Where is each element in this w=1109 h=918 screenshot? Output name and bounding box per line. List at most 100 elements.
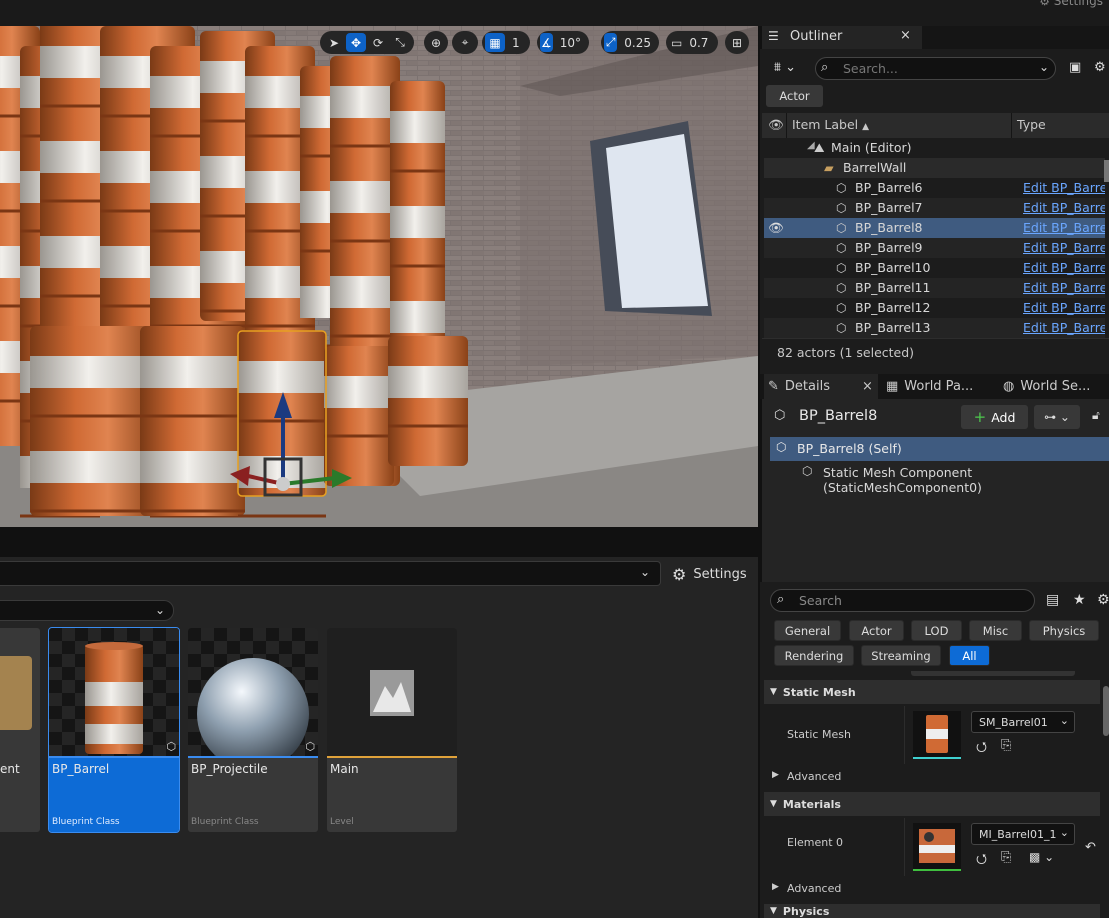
camera-speed-value[interactable]: 0.7	[684, 36, 713, 50]
scale-snap-icon[interactable]: ⤢	[604, 33, 618, 52]
col-item-label[interactable]: Item Label ▲	[792, 117, 869, 132]
filter-rendering[interactable]: Rendering	[774, 645, 854, 666]
select-icon[interactable]: ➤	[324, 33, 344, 52]
outliner-row[interactable]: ⬡ BP_Barrel11 Edit BP_Barrel	[764, 278, 1105, 298]
level-viewport[interactable]: ➤ ✥ ⟳ ⤡ ⊕ ⌖ ▦ 1 ∡ 10° ⤢ 0.25 ▭ 0.7 ⊞	[0, 26, 758, 527]
blueprint-options-button[interactable]: ⊶ ⌄	[1034, 405, 1080, 429]
content-settings-button[interactable]: ⚙ Settings	[672, 563, 747, 585]
tab-outliner[interactable]: ☰ Outliner ×	[764, 26, 922, 49]
component-row-mesh[interactable]: ⬡ Static Mesh Component (StaticMeshCompo…	[770, 461, 1109, 495]
asset-thumbnail	[327, 628, 457, 756]
tree-row-folder[interactable]: ▰ BarrelWall	[764, 158, 1105, 178]
add-component-button[interactable]: + Add	[961, 405, 1028, 429]
filter-lod[interactable]: LOD	[911, 620, 962, 641]
gear-icon[interactable]: ⚙	[1094, 60, 1106, 75]
row-type-link[interactable]: Edit BP_Barrel	[1023, 200, 1105, 215]
scale-icon[interactable]: ⤡	[390, 33, 410, 52]
section-physics[interactable]: ▼ Physics	[764, 904, 1100, 918]
asset-tile-main[interactable]: Main Level	[327, 628, 457, 832]
row-type-link[interactable]: Edit BP_Barrel	[1023, 300, 1105, 315]
filter-physics[interactable]: Physics	[1029, 620, 1099, 641]
world-local-button[interactable]: ⊕	[424, 31, 448, 54]
grid-snap-value[interactable]: 1	[507, 36, 525, 50]
filter-icon[interactable]: ⩩ ⌄	[774, 60, 808, 78]
rotate-icon[interactable]: ⟳	[368, 33, 388, 52]
grid-icon[interactable]: ▦	[485, 33, 505, 52]
section-static-mesh[interactable]: ▼ Static Mesh	[764, 680, 1100, 704]
gear-icon[interactable]: ⚙	[1097, 592, 1109, 608]
material-thumbnail[interactable]	[913, 823, 961, 871]
mesh-thumbnail[interactable]	[913, 711, 961, 759]
chevron-down-icon: ⌄	[1059, 714, 1069, 727]
section-materials[interactable]: ▼ Materials	[764, 792, 1100, 816]
chevron-down-icon[interactable]: ⌄	[640, 565, 650, 579]
close-icon[interactable]: ×	[900, 28, 911, 43]
tab-details[interactable]: ✎ Details ×	[764, 374, 878, 399]
row-type-link[interactable]: Edit BP_Barrel	[1023, 180, 1105, 195]
content-path-bar[interactable]: ⌄	[0, 561, 661, 586]
outliner-search-input[interactable]: ⌕ Search... ⌄	[815, 57, 1056, 80]
table-view-icon[interactable]: ▤	[1046, 592, 1059, 608]
top-settings-button[interactable]: ⚙ Settings	[1039, 0, 1103, 8]
browse-icon[interactable]: ⎘	[1001, 738, 1011, 753]
outliner-row[interactable]: 👁 ⬡ BP_Barrel8 Edit BP_Barrel	[764, 218, 1105, 238]
close-icon[interactable]: ×	[862, 379, 873, 394]
filter-general[interactable]: General	[774, 620, 841, 641]
asset-tile-bp-barrel[interactable]: ⬡ BP_Barrel Blueprint Class	[48, 627, 180, 833]
level-icon	[370, 670, 414, 716]
rotation-snap-value[interactable]: 10°	[555, 36, 586, 50]
actor-name-field[interactable]: BP_Barrel8	[799, 408, 877, 424]
outliner-row[interactable]: ⬡ BP_Barrel10 Edit BP_Barrel	[764, 258, 1105, 278]
row-type-link[interactable]: Edit BP_Barrel	[1023, 220, 1105, 235]
reset-icon[interactable]: ↶	[1085, 840, 1096, 855]
scale-snap-value[interactable]: 0.25	[619, 36, 656, 50]
use-selected-icon[interactable]: ⭯	[976, 850, 987, 872]
static-mesh-dropdown[interactable]: SM_Barrel01 ⌄	[971, 711, 1075, 733]
use-selected-icon[interactable]: ⭯	[976, 738, 987, 760]
rotation-snap-control[interactable]: ∡ 10°	[537, 31, 589, 54]
tab-world-partition[interactable]: ▦ World Pa...	[886, 374, 973, 399]
scale-snap-control[interactable]: ⤢ 0.25	[601, 31, 659, 54]
translate-icon[interactable]: ✥	[346, 33, 366, 52]
component-row-self[interactable]: ⬡ BP_Barrel8 (Self)	[770, 437, 1109, 461]
viewport-layout-button[interactable]: ⊞	[725, 31, 749, 54]
lock-icon[interactable]: 🔓︎	[1092, 408, 1100, 423]
content-filter-dropdown[interactable]: ⌄	[0, 600, 174, 621]
filter-all[interactable]: All	[949, 645, 990, 666]
star-icon[interactable]: ★	[1073, 592, 1086, 608]
add-folder-icon[interactable]: ▣	[1069, 60, 1081, 75]
angle-icon[interactable]: ∡	[540, 33, 553, 52]
browse-icon[interactable]: ⎘	[1001, 850, 1011, 865]
outliner-row[interactable]: ⬡ BP_Barrel7 Edit BP_Barrel	[764, 198, 1105, 218]
outliner-scrollbar[interactable]	[1104, 160, 1109, 182]
asset-tile-bp-projectile[interactable]: ⬡ BP_Projectile Blueprint Class	[188, 628, 318, 832]
row-type-link[interactable]: Edit BP_Barrel	[1023, 280, 1105, 295]
visibility-eye-icon[interactable]: 👁	[768, 220, 784, 236]
actor-icon: ⬡	[836, 241, 847, 255]
row-type-link[interactable]: Edit BP_Barrel	[1023, 260, 1105, 275]
row-type-link[interactable]: Edit BP_Barrel	[1023, 320, 1105, 335]
grid-snap-control[interactable]: ▦ 1	[482, 31, 530, 54]
filter-actor[interactable]: Actor	[849, 620, 904, 641]
actor-filter-chip[interactable]: Actor	[766, 85, 823, 107]
checker-icon[interactable]: ▩ ⌄	[1029, 850, 1054, 864]
col-type[interactable]: Type	[1017, 117, 1046, 132]
asset-tile-partial[interactable]: ent	[0, 628, 40, 832]
details-scrollbar[interactable]	[1103, 686, 1109, 736]
material-dropdown[interactable]: MI_Barrel01_1 ⌄	[971, 823, 1075, 845]
row-type-link[interactable]: Edit BP_Barrel	[1023, 240, 1105, 255]
outliner-row[interactable]: ⬡ BP_Barrel12 Edit BP_Barrel	[764, 298, 1105, 318]
filter-streaming[interactable]: Streaming	[861, 645, 941, 666]
advanced-row-2[interactable]: ▶ Advanced	[764, 878, 1100, 900]
camera-speed-control[interactable]: ▭ 0.7	[666, 31, 718, 54]
outliner-row[interactable]: ⬡ BP_Barrel6 Edit BP_Barrel	[764, 178, 1105, 198]
folder-icon: ▰	[824, 160, 834, 175]
details-search-input[interactable]: ⌕ Search	[770, 589, 1035, 612]
advanced-row-1[interactable]: ▶ Advanced	[764, 766, 1100, 788]
outliner-row[interactable]: ⬡ BP_Barrel13 Edit BP_Barrel	[764, 318, 1105, 338]
filter-misc[interactable]: Misc	[969, 620, 1022, 641]
tree-row-world[interactable]: ◢ ⛰ Main (Editor)	[764, 138, 1105, 158]
surface-snap-button[interactable]: ⌖	[452, 31, 478, 54]
outliner-row[interactable]: ⬡ BP_Barrel9 Edit BP_Barrel	[764, 238, 1105, 258]
tab-world-settings[interactable]: ◍ World Se...	[1003, 374, 1090, 399]
